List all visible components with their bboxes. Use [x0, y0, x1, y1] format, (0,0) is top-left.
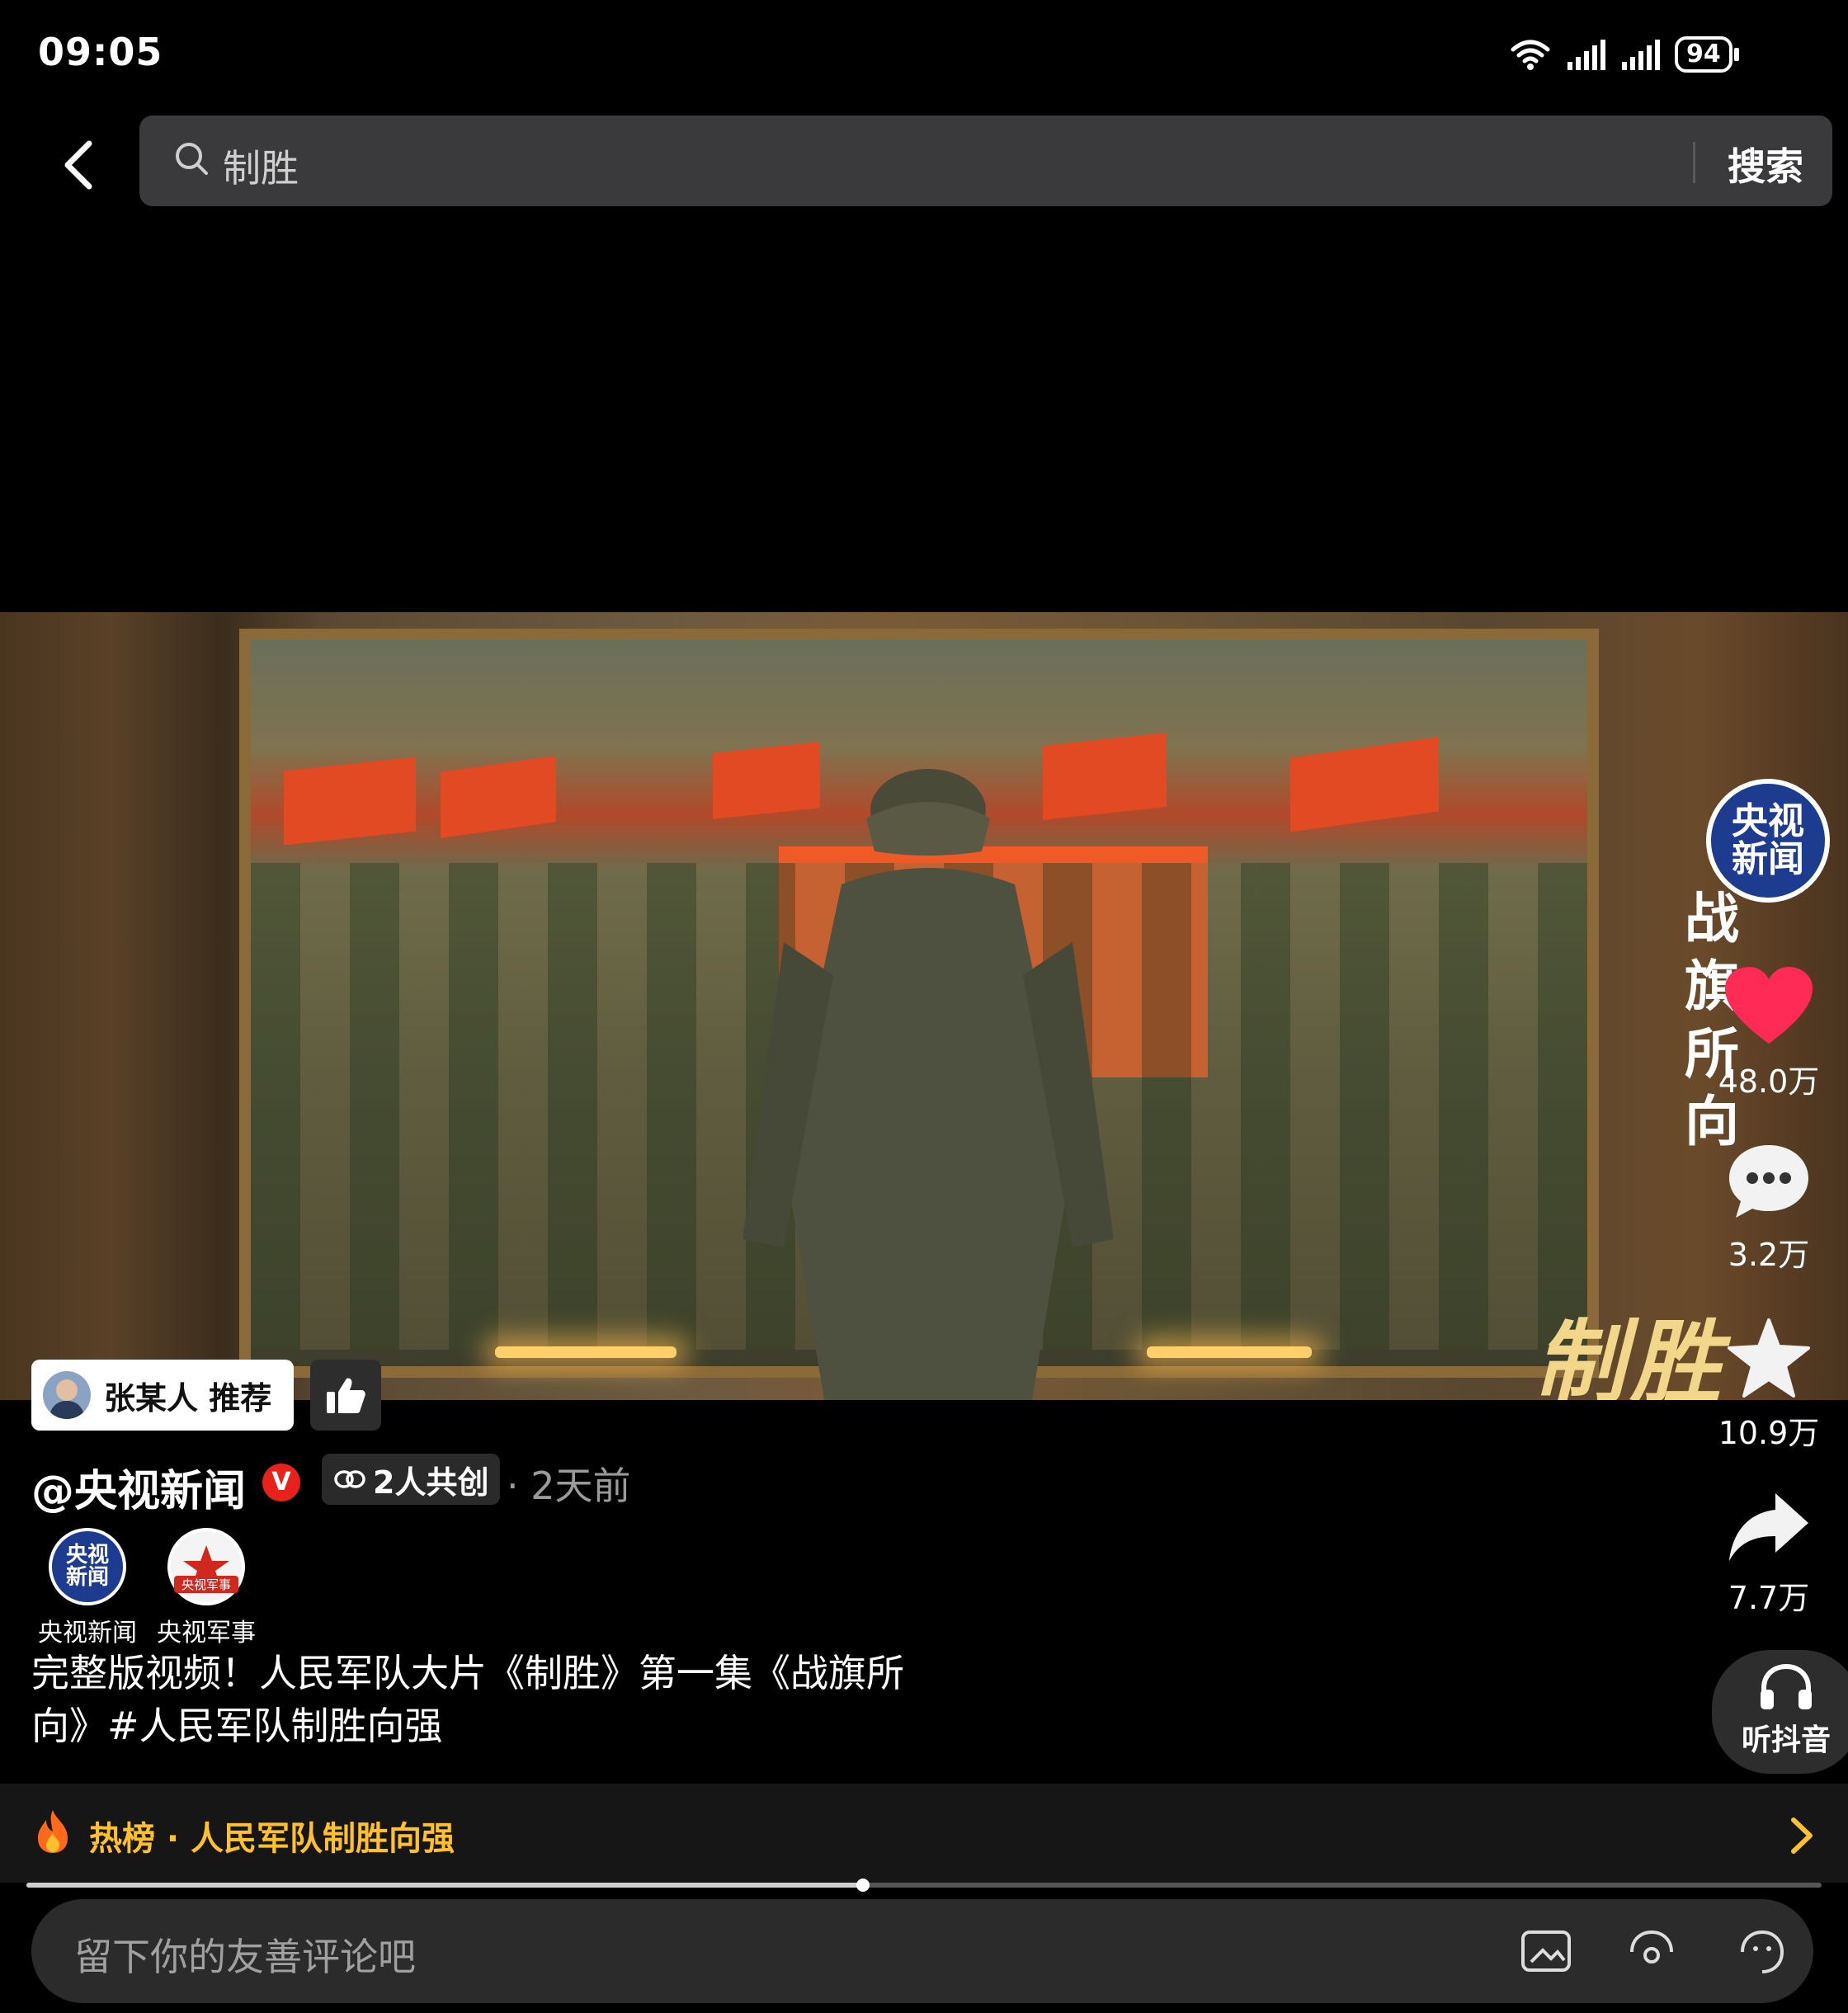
- like-button[interactable]: 48.0万: [1695, 965, 1843, 1101]
- flag-shape: [441, 756, 556, 838]
- author-avatar[interactable]: 央视 新闻: [1706, 779, 1830, 903]
- share-count: 7.7万: [1728, 1580, 1810, 1616]
- recommend-label: 张某人 推荐: [104, 1379, 272, 1417]
- creator-avatar: 央视 新闻: [49, 1528, 126, 1605]
- creator-name: 央视新闻: [38, 1619, 137, 1648]
- status-time: 09:05: [38, 30, 163, 74]
- at-mention-icon[interactable]: [1625, 1927, 1678, 1977]
- flag-shape: [1290, 737, 1439, 832]
- signal-icon: [1568, 40, 1605, 70]
- comment-icon: [1729, 1145, 1808, 1218]
- headphones-icon: [1761, 1663, 1812, 1709]
- verified-badge: V: [262, 1464, 300, 1502]
- link-icon: [334, 1470, 365, 1488]
- star-icon: [1728, 1318, 1810, 1398]
- soldier-figure: [742, 769, 1114, 1400]
- cocreate-badge[interactable]: 2人共创: [322, 1454, 501, 1505]
- favorite-count: 10.9万: [1718, 1415, 1820, 1451]
- image-icon[interactable]: [1520, 1927, 1572, 1977]
- signal-icon: [1622, 40, 1660, 70]
- search-divider: [1693, 142, 1695, 183]
- lamp-light: [1147, 1346, 1312, 1358]
- favorite-button[interactable]: 10.9万: [1695, 1317, 1843, 1453]
- lamp-light: [495, 1346, 676, 1358]
- comment-placeholder[interactable]: 留下你的友善评论吧: [74, 1927, 416, 1982]
- battery-icon: 94: [1675, 36, 1739, 73]
- search-button[interactable]: 搜索: [1708, 137, 1823, 191]
- hot-list-label: 热榜 · 人民军队制胜向强: [89, 1820, 455, 1858]
- search-input[interactable]: [139, 116, 1832, 206]
- recommend-like-button[interactable]: [310, 1360, 381, 1431]
- heart-icon: [1725, 967, 1813, 1044]
- recommend-badge[interactable]: 张某人 推荐: [31, 1360, 294, 1431]
- emoji-icon[interactable]: [1736, 1927, 1789, 1977]
- chevron-left-icon[interactable]: [48, 132, 114, 198]
- recommender-avatar: [43, 1371, 91, 1419]
- post-time: · 2天前: [507, 1464, 631, 1508]
- search-query[interactable]: 制胜: [223, 139, 299, 193]
- listen-button[interactable]: 听抖音: [1712, 1650, 1848, 1774]
- comment-count: 3.2万: [1728, 1237, 1810, 1273]
- creator-avatar: 央视军事: [167, 1528, 245, 1605]
- wifi-icon: [1511, 40, 1550, 70]
- video-caption[interactable]: 完整版视频！人民军队大片《制胜》第一集《战旗所向》#人民军队制胜向强: [31, 1647, 955, 1752]
- creator-name: 央视军事: [157, 1619, 256, 1648]
- thumbs-up-icon: [327, 1378, 365, 1413]
- like-count: 48.0万: [1718, 1063, 1820, 1100]
- search-icon: [176, 143, 208, 175]
- comment-button[interactable]: 3.2万: [1695, 1142, 1843, 1275]
- author-name[interactable]: @央视新闻: [31, 1456, 246, 1518]
- share-icon: [1729, 1493, 1808, 1561]
- flag-shape: [284, 757, 416, 846]
- creator-item[interactable]: 央视 新闻 央视新闻: [38, 1528, 137, 1648]
- creator-item[interactable]: 央视军事 央视军事: [157, 1528, 256, 1648]
- progress-handle[interactable]: [856, 1879, 870, 1892]
- share-button[interactable]: 7.7万: [1695, 1490, 1843, 1618]
- chevron-right-icon[interactable]: [1787, 1815, 1817, 1856]
- status-icons: 94: [1510, 31, 1739, 78]
- cocreate-label: 2人共创: [373, 1464, 489, 1501]
- video-player[interactable]: 制胜: [0, 612, 1848, 1400]
- listen-label: 听抖音: [1741, 1723, 1831, 1757]
- flame-icon: [38, 1810, 68, 1853]
- progress-fill: [26, 1883, 864, 1888]
